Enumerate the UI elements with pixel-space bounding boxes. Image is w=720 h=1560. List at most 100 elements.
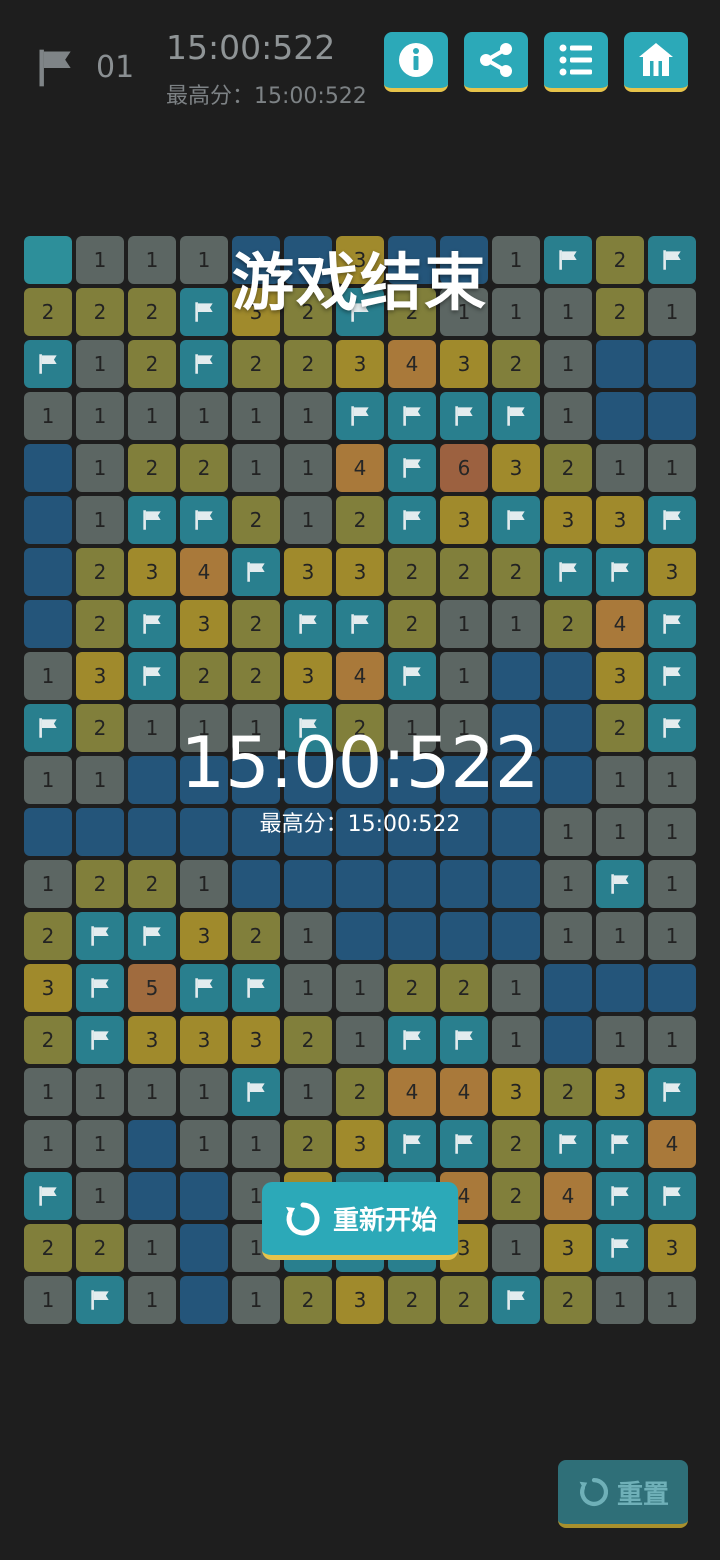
number-cell[interactable]: 1	[596, 1276, 644, 1324]
flagged-cell[interactable]	[492, 392, 540, 440]
number-cell[interactable]: 2	[388, 1276, 436, 1324]
flagged-cell[interactable]	[388, 1016, 436, 1064]
number-cell[interactable]: 2	[180, 652, 228, 700]
number-cell[interactable]: 2	[440, 1276, 488, 1324]
number-cell[interactable]: 2	[180, 444, 228, 492]
number-cell[interactable]: 2	[76, 600, 124, 648]
flagged-cell[interactable]	[596, 1120, 644, 1168]
flagged-cell[interactable]	[76, 912, 124, 960]
flagged-cell[interactable]	[128, 652, 176, 700]
number-cell[interactable]: 3	[544, 496, 592, 544]
flagged-cell[interactable]	[128, 912, 176, 960]
number-cell[interactable]: 2	[440, 964, 488, 1012]
number-cell[interactable]: 1	[284, 1068, 332, 1116]
share-button[interactable]	[464, 32, 528, 92]
hidden-cell[interactable]	[336, 860, 384, 908]
number-cell[interactable]: 2	[544, 444, 592, 492]
number-cell[interactable]: 1	[544, 912, 592, 960]
flagged-cell[interactable]	[336, 392, 384, 440]
number-cell[interactable]: 2	[388, 964, 436, 1012]
info-button[interactable]	[384, 32, 448, 92]
number-cell[interactable]: 2	[336, 1068, 384, 1116]
hidden-cell[interactable]	[232, 860, 280, 908]
number-cell[interactable]: 1	[128, 1068, 176, 1116]
number-cell[interactable]: 1	[76, 496, 124, 544]
flagged-cell[interactable]	[128, 496, 176, 544]
number-cell[interactable]: 1	[544, 340, 592, 388]
hidden-cell[interactable]	[544, 964, 592, 1012]
hidden-cell[interactable]	[440, 912, 488, 960]
number-cell[interactable]: 3	[648, 1224, 696, 1272]
number-cell[interactable]: 2	[232, 912, 280, 960]
number-cell[interactable]: 1	[284, 964, 332, 1012]
number-cell[interactable]: 4	[440, 1068, 488, 1116]
number-cell[interactable]: 4	[388, 340, 436, 388]
flagged-cell[interactable]	[180, 496, 228, 544]
number-cell[interactable]: 1	[336, 964, 384, 1012]
flagged-cell[interactable]	[232, 964, 280, 1012]
number-cell[interactable]: 1	[284, 496, 332, 544]
flagged-cell[interactable]	[648, 1068, 696, 1116]
hidden-cell[interactable]	[24, 600, 72, 648]
flagged-cell[interactable]	[440, 1120, 488, 1168]
flagged-cell[interactable]	[440, 1016, 488, 1064]
number-cell[interactable]: 1	[544, 392, 592, 440]
number-cell[interactable]: 3	[596, 1068, 644, 1116]
number-cell[interactable]: 1	[232, 444, 280, 492]
number-cell[interactable]: 2	[284, 1016, 332, 1064]
number-cell[interactable]: 1	[180, 1068, 228, 1116]
number-cell[interactable]: 1	[284, 444, 332, 492]
number-cell[interactable]: 1	[284, 392, 332, 440]
number-cell[interactable]: 2	[24, 1016, 72, 1064]
flagged-cell[interactable]	[388, 496, 436, 544]
flagged-cell[interactable]	[388, 444, 436, 492]
hidden-cell[interactable]	[492, 860, 540, 908]
flagged-cell[interactable]	[76, 1016, 124, 1064]
hidden-cell[interactable]	[492, 652, 540, 700]
number-cell[interactable]: 2	[232, 340, 280, 388]
flagged-cell[interactable]	[388, 652, 436, 700]
number-cell[interactable]: 1	[440, 600, 488, 648]
number-cell[interactable]: 1	[180, 392, 228, 440]
number-cell[interactable]: 1	[336, 1016, 384, 1064]
number-cell[interactable]: 2	[232, 496, 280, 544]
number-cell[interactable]: 2	[388, 600, 436, 648]
number-cell[interactable]: 3	[336, 1276, 384, 1324]
flagged-cell[interactable]	[284, 600, 332, 648]
number-cell[interactable]: 2	[128, 340, 176, 388]
flagged-cell[interactable]	[24, 340, 72, 388]
hidden-cell[interactable]	[492, 912, 540, 960]
number-cell[interactable]: 3	[284, 548, 332, 596]
number-cell[interactable]: 2	[284, 340, 332, 388]
hidden-cell[interactable]	[128, 1172, 176, 1220]
flagged-cell[interactable]	[492, 496, 540, 544]
number-cell[interactable]: 4	[544, 1172, 592, 1220]
number-cell[interactable]: 2	[492, 340, 540, 388]
flagged-cell[interactable]	[648, 496, 696, 544]
reset-button[interactable]: 重置	[558, 1460, 688, 1528]
number-cell[interactable]: 1	[76, 340, 124, 388]
number-cell[interactable]: 1	[440, 652, 488, 700]
flagged-cell[interactable]	[596, 548, 644, 596]
hidden-cell[interactable]	[648, 964, 696, 1012]
flagged-cell[interactable]	[648, 652, 696, 700]
number-cell[interactable]: 3	[492, 444, 540, 492]
number-cell[interactable]: 1	[596, 444, 644, 492]
home-button[interactable]	[624, 32, 688, 92]
number-cell[interactable]: 2	[24, 912, 72, 960]
number-cell[interactable]: 1	[492, 1224, 540, 1272]
number-cell[interactable]: 3	[76, 652, 124, 700]
number-cell[interactable]: 1	[76, 1120, 124, 1168]
number-cell[interactable]: 2	[336, 496, 384, 544]
number-cell[interactable]: 3	[24, 964, 72, 1012]
number-cell[interactable]: 2	[128, 860, 176, 908]
number-cell[interactable]: 1	[24, 652, 72, 700]
number-cell[interactable]: 2	[128, 444, 176, 492]
number-cell[interactable]: 1	[76, 392, 124, 440]
number-cell[interactable]: 4	[596, 600, 644, 648]
number-cell[interactable]: 1	[232, 392, 280, 440]
number-cell[interactable]: 2	[232, 600, 280, 648]
number-cell[interactable]: 3	[284, 652, 332, 700]
number-cell[interactable]: 2	[76, 1224, 124, 1272]
number-cell[interactable]: 2	[544, 1068, 592, 1116]
